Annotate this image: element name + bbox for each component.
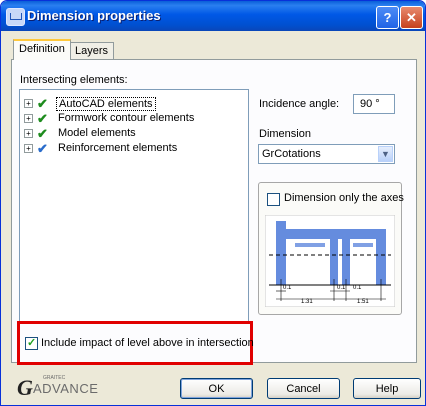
dimension-label: Dimension — [259, 128, 311, 140]
dim-label-5: 1.51 — [357, 299, 369, 305]
title-bar[interactable]: Dimension properties ? ✕ — [1, 1, 425, 31]
close-button[interactable]: ✕ — [400, 6, 423, 29]
expand-icon[interactable]: + — [24, 114, 33, 123]
include-level-checkbox[interactable] — [25, 336, 38, 350]
tree-item-label: AutoCAD elements — [56, 97, 156, 111]
logo-glyph: G — [17, 375, 33, 400]
incidence-angle-input[interactable]: 90 ° — [353, 94, 395, 114]
app-icon — [6, 8, 25, 26]
dim-label-2: 0.1 — [337, 285, 346, 291]
dimension-select[interactable]: GrCotations ▼ — [258, 144, 395, 164]
window-title: Dimension properties — [27, 8, 161, 23]
help-title-button[interactable]: ? — [376, 6, 399, 29]
tree-item-label: Model elements — [58, 127, 136, 139]
cancel-button[interactable]: Cancel — [267, 378, 340, 399]
dim-label-4: 1.31 — [301, 299, 313, 305]
tree-item-label: Reinforcement elements — [58, 142, 178, 154]
include-level-label: Include impact of level above in interse… — [41, 337, 254, 349]
green-check-icon[interactable]: ✔ — [37, 111, 48, 127]
expand-icon[interactable]: + — [24, 99, 33, 108]
chevron-down-icon[interactable]: ▼ — [378, 146, 393, 162]
incidence-angle-label: Incidence angle: — [259, 98, 340, 110]
dimension-select-value: GrCotations — [262, 148, 321, 160]
dimension-preview-frame: Dimension only the axes 0.1 0.1 0.1 1.31… — [258, 182, 404, 315]
axes-only-checkbox[interactable] — [267, 193, 280, 206]
tree-item-label: Formwork contour elements — [58, 112, 195, 124]
intersecting-elements-label: Intersecting elements: — [20, 74, 128, 86]
green-check-icon[interactable]: ✔ — [37, 126, 48, 142]
green-check-icon[interactable]: ✔ — [37, 96, 48, 112]
dimension-preview-image: 0.1 0.1 0.1 1.31 1.51 — [265, 215, 395, 307]
dialog-window: Dimension properties ? ✕ Definition Laye… — [0, 0, 426, 406]
dim-label-3: 0.1 — [353, 285, 362, 291]
axes-only-label: Dimension only the axes — [284, 192, 404, 204]
tab-definition[interactable]: Definition — [13, 39, 71, 60]
blue-check-icon[interactable]: ✔ — [37, 141, 48, 157]
logo-text: ADVANCE — [33, 381, 99, 396]
expand-icon[interactable]: + — [24, 144, 33, 153]
intersecting-elements-tree[interactable]: + ✔ AutoCAD elements + ✔ Formwork contou… — [19, 89, 249, 323]
tab-layers[interactable]: Layers — [69, 42, 115, 60]
help-button[interactable]: Help — [353, 378, 421, 399]
expand-icon[interactable]: + — [24, 129, 33, 138]
ok-button[interactable]: OK — [180, 378, 253, 399]
dim-label-1: 0.1 — [283, 285, 292, 291]
